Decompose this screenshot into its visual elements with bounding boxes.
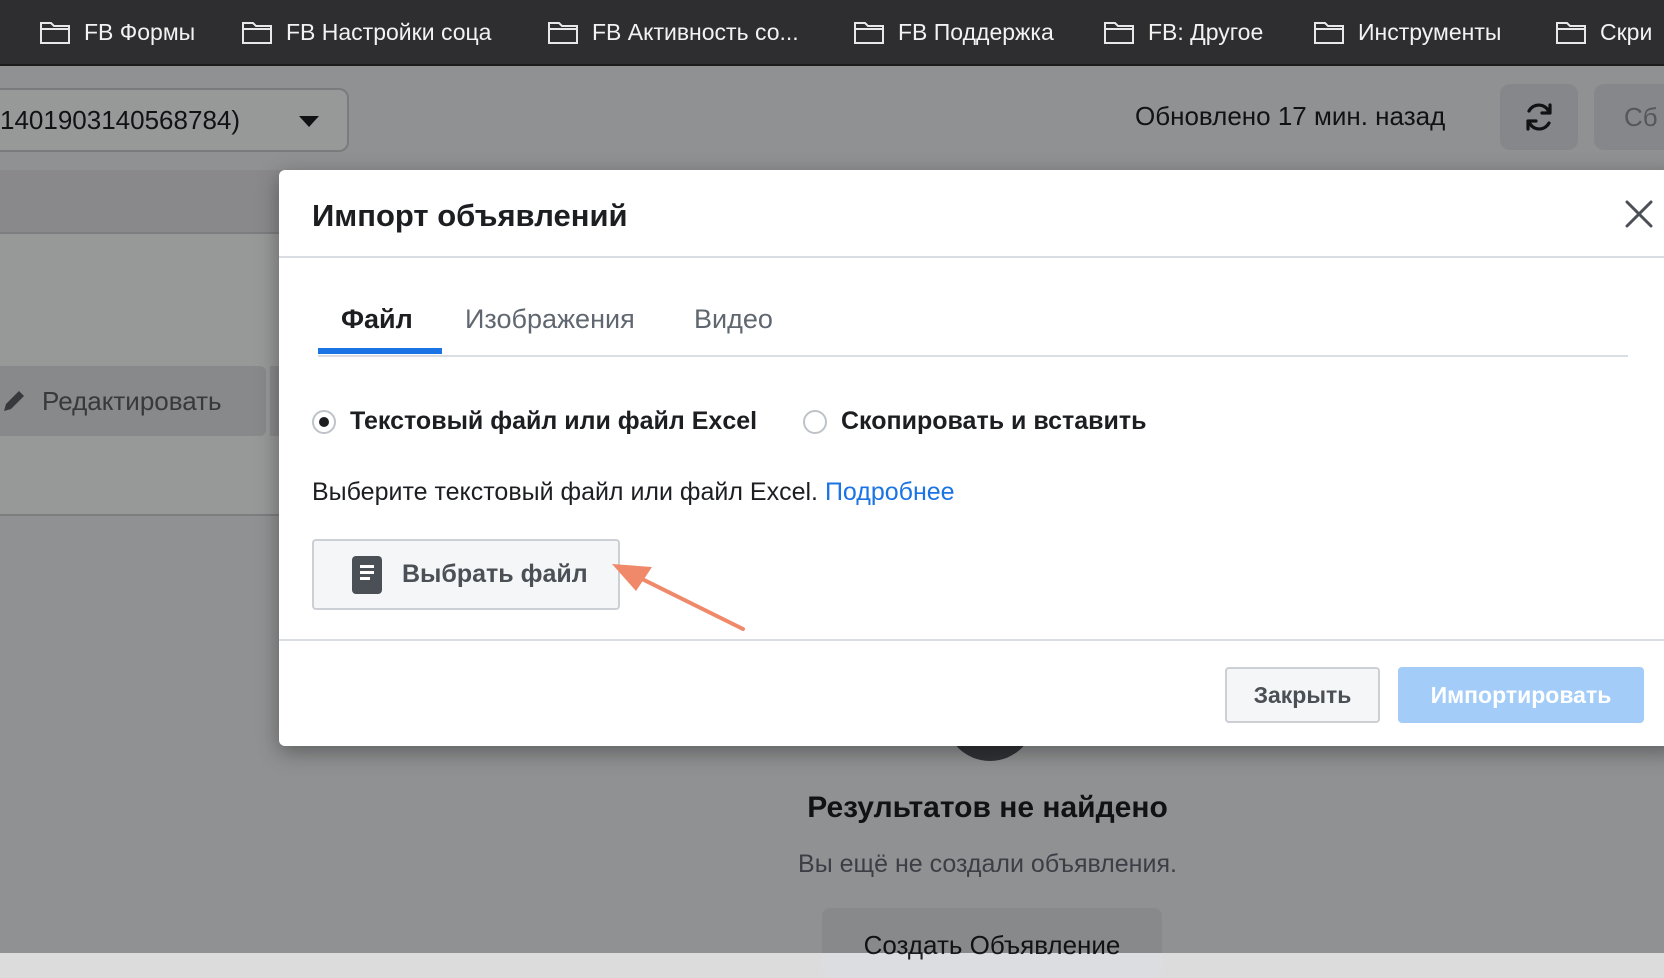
folder-icon [40,20,70,44]
folder-icon [1104,20,1134,44]
radio-button-checked[interactable] [312,410,336,434]
folder-icon [242,20,272,44]
bookmark-fb-support[interactable]: FB Поддержка [854,14,1054,50]
radio-button[interactable] [803,410,827,434]
file-hint: Выберите текстовый файл или файл Excel. … [312,478,955,507]
bookmark-fb-forms[interactable]: FB Формы [40,14,195,50]
bookmarks-bar: . FB Формы FB Настройки соца FB Активнос… [0,0,1664,66]
choose-file-button[interactable]: Выбрать файл [312,539,620,610]
annotation-arrow-icon [600,555,750,635]
folder-icon [854,20,884,44]
radio-copy-paste[interactable]: Скопировать и вставить [803,407,1146,436]
file-hint-text: Выберите текстовый файл или файл Excel. [312,478,818,506]
bookmark-fb-other[interactable]: FB: Другое [1104,14,1263,50]
import-tabs: Файл Изображения Видео [318,274,1628,357]
bookmark-scripts[interactable]: Скри [1556,14,1652,50]
tab-video[interactable]: Видео [694,304,773,335]
active-tab-indicator [318,348,442,354]
import-ads-dialog: Импорт объявлений Файл Изображения Видео… [279,170,1664,746]
close-icon[interactable] [1619,194,1659,234]
bookmark-tools[interactable]: Инструменты [1314,14,1501,50]
bookmark-fb-activity[interactable]: FB Активность со... [548,14,799,50]
learn-more-link[interactable]: Подробнее [825,478,955,506]
radio-label: Скопировать и вставить [841,407,1146,436]
document-icon [352,556,382,594]
import-button[interactable]: Импортировать [1398,667,1644,723]
choose-file-label: Выбрать файл [402,560,588,589]
folder-icon [548,20,578,44]
tab-file[interactable]: Файл [341,304,413,335]
dialog-header: Импорт объявлений [279,170,1664,258]
bookmark-fb-settings[interactable]: FB Настройки соца [242,14,491,50]
dialog-title: Импорт объявлений [312,198,628,234]
close-button[interactable]: Закрыть [1225,667,1380,723]
tab-images[interactable]: Изображения [465,304,635,335]
radio-text-or-excel[interactable]: Текстовый файл или файл Excel [312,407,757,436]
dialog-footer-divider [279,639,1664,641]
folder-icon [1314,20,1344,44]
folder-icon [1556,20,1586,44]
radio-label: Текстовый файл или файл Excel [350,407,757,436]
